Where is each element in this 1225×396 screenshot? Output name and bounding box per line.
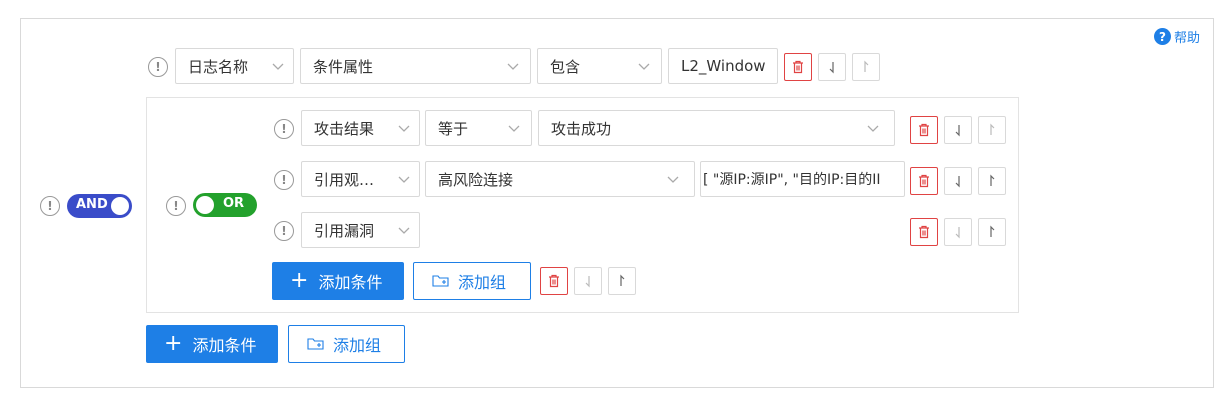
and-or-toggle[interactable]: OR [193,193,257,217]
arrow-down-icon [955,227,960,239]
trash-icon [919,174,929,188]
plus-icon: + [164,331,183,356]
arrow-down-icon [585,276,590,288]
reference-select[interactable]: 高风险连接 [425,161,695,197]
move-up-button[interactable] [852,53,880,81]
info-icon[interactable]: ! [274,221,294,241]
value-select-value: 攻击成功 [551,119,612,138]
value-input-text: L2_Window [681,57,766,75]
delete-button[interactable] [910,167,938,195]
plus-icon: + [290,268,309,293]
arrow-up-icon [620,274,625,286]
chevron-down-icon [637,59,651,73]
add-condition-label: 添加条件 [192,336,257,355]
and-or-toggle[interactable]: AND [67,194,132,218]
move-up-button[interactable] [608,267,636,295]
add-group-button[interactable]: 添加组 [288,325,405,363]
chevron-down-icon [507,121,521,135]
info-icon[interactable]: ! [148,57,168,77]
attribute-select-value: 条件属性 [313,57,374,76]
arrow-up-icon [990,123,995,135]
question-circle-icon: ? [1154,28,1171,45]
toggle-label: OR [223,196,245,211]
field-select[interactable]: 攻击结果 [301,110,420,146]
trash-icon [919,123,929,137]
value-input[interactable]: [ "源IP:源IP", "目的IP:目的II [700,161,905,197]
operator-select[interactable]: 包含 [537,48,662,84]
field-select-value: 引用观… [314,170,375,189]
operator-select-value: 等于 [438,119,469,138]
field-select-value: 引用漏洞 [314,221,375,240]
folder-add-icon [432,275,449,287]
info-icon[interactable]: ! [274,170,294,190]
delete-button[interactable] [784,53,812,81]
move-down-button[interactable] [818,53,846,81]
info-icon[interactable]: ! [274,119,294,139]
add-group-button[interactable]: 添加组 [413,262,531,300]
add-group-label: 添加组 [333,336,382,355]
help-link[interactable]: ? 帮助 [1154,27,1200,46]
folder-add-icon [307,338,324,350]
trash-icon [793,60,803,74]
chevron-down-icon [397,223,411,237]
move-down-button[interactable] [944,167,972,195]
move-up-button[interactable] [978,116,1006,144]
delete-group-button[interactable] [540,267,568,295]
operator-select-value: 包含 [550,57,581,76]
trash-icon [549,274,559,288]
toggle-knob [196,196,214,214]
chevron-down-icon [397,121,411,135]
move-down-button[interactable] [574,267,602,295]
toggle-label: AND [76,197,108,212]
field-select[interactable]: 日志名称 [175,48,294,84]
chevron-down-icon [666,172,680,186]
add-condition-button[interactable]: + 添加条件 [146,325,278,363]
help-label: 帮助 [1174,31,1201,46]
move-down-button[interactable] [944,218,972,246]
arrow-down-icon [955,176,960,188]
info-icon[interactable]: ! [40,196,60,216]
toggle-knob [111,197,129,215]
chevron-down-icon [271,59,285,73]
add-condition-button[interactable]: + 添加条件 [272,262,404,300]
reference-select-value: 高风险连接 [438,170,514,189]
value-input[interactable]: L2_Window [668,48,778,84]
operator-select[interactable]: 等于 [425,110,532,146]
chevron-down-icon [866,121,880,135]
value-input-text: [ "源IP:源IP", "目的IP:目的II [703,172,881,188]
value-select[interactable]: 攻击成功 [538,110,895,146]
move-up-button[interactable] [978,218,1006,246]
info-icon[interactable]: ! [166,196,186,216]
move-down-button[interactable] [944,116,972,144]
move-up-button[interactable] [978,167,1006,195]
arrow-up-icon [990,225,995,237]
arrow-down-icon [955,125,960,137]
delete-button[interactable] [910,116,938,144]
attribute-select[interactable]: 条件属性 [300,48,531,84]
field-select[interactable]: 引用观… [301,161,420,197]
field-select-value: 攻击结果 [314,119,375,138]
add-group-label: 添加组 [458,273,507,292]
arrow-up-icon [990,174,995,186]
chevron-down-icon [506,59,520,73]
delete-button[interactable] [910,218,938,246]
arrow-down-icon [829,62,834,74]
trash-icon [919,225,929,239]
field-select-value: 日志名称 [188,57,249,76]
field-select[interactable]: 引用漏洞 [301,212,420,248]
arrow-up-icon [864,60,869,72]
chevron-down-icon [397,172,411,186]
add-condition-label: 添加条件 [318,273,383,292]
